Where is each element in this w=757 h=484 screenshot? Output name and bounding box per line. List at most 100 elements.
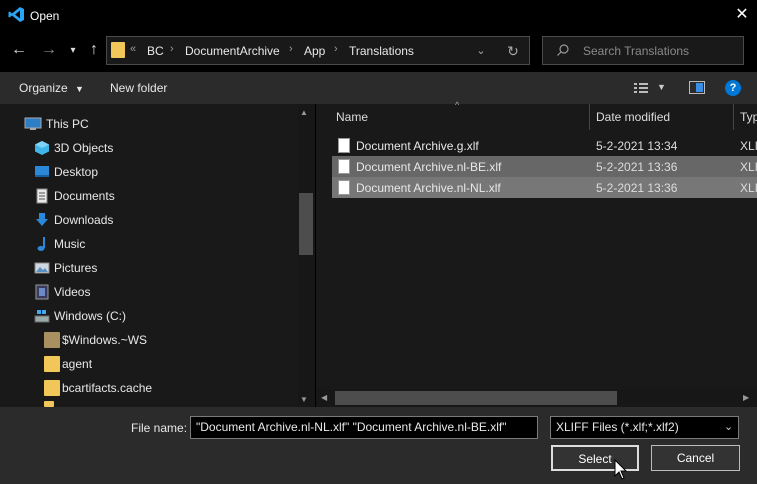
drive-icon <box>34 308 50 324</box>
cancel-button[interactable]: Cancel <box>651 445 740 471</box>
chevron-down-icon: ⌄ <box>724 421 734 433</box>
folder-icon <box>44 356 60 372</box>
address-dropdown-chevron-icon[interactable]: ⌄ <box>474 42 488 60</box>
file-type-filter-select[interactable]: XLIFF Files (*.xlf;*.xlf2) <box>550 416 739 439</box>
help-icon[interactable]: ? <box>725 80 741 96</box>
navigation-scrollbar[interactable] <box>298 104 315 407</box>
music-note-icon <box>34 236 50 252</box>
scrollbar-thumb[interactable] <box>335 391 617 405</box>
breadcrumb-separator-icon: › <box>170 43 174 55</box>
tree-item-label: This PC <box>46 117 89 131</box>
column-header-type[interactable]: Typ <box>740 110 757 124</box>
refresh-icon[interactable]: ↻ <box>505 42 521 60</box>
file-date: 5-2-2021 13:36 <box>596 181 678 195</box>
tree-item-label: Downloads <box>54 213 114 227</box>
desktop-icon <box>34 164 50 180</box>
folder-icon <box>111 42 125 58</box>
tree-item-downloads[interactable]: Downloads <box>22 208 292 232</box>
folder-icon <box>44 332 60 348</box>
computer-icon <box>24 116 42 132</box>
download-arrow-icon <box>34 212 50 228</box>
file-name-label: File name: <box>131 421 188 435</box>
breadcrumb-item[interactable]: App <box>304 44 325 58</box>
column-header-date[interactable]: Date modified <box>596 110 670 124</box>
tree-item-label: Documents <box>54 189 115 203</box>
tree-item-pictures[interactable]: Pictures <box>22 256 292 280</box>
tree-item-label: Desktop <box>54 165 99 179</box>
tree-item-3d-objects[interactable]: 3D Objects <box>22 136 292 160</box>
up-arrow-icon[interactable]: ↑ <box>85 41 103 59</box>
search-icon <box>556 43 570 57</box>
tree-item-label: Pictures <box>54 261 98 275</box>
forward-arrow-icon[interactable]: → <box>40 41 58 59</box>
tree-item-label: Music <box>54 237 86 251</box>
scroll-left-arrow-icon[interactable]: ◀ <box>321 393 327 402</box>
file-date: 5-2-2021 13:34 <box>596 139 678 153</box>
back-arrow-icon[interactable]: ← <box>10 41 28 59</box>
tree-item-windows-c[interactable]: Windows (C:) <box>22 304 292 328</box>
breadcrumb-separator-icon: › <box>334 43 338 55</box>
file-type: XLI <box>740 160 757 174</box>
tree-item-label: bcartifacts.cache <box>62 381 153 395</box>
file-row[interactable]: Document Archive.g.xlf 5-2-2021 13:34 XL… <box>332 135 757 156</box>
column-divider[interactable] <box>733 104 734 130</box>
tree-item-desktop[interactable]: Desktop <box>22 160 292 184</box>
mouse-pointer-icon <box>614 458 628 481</box>
tree-item-label: 3D Objects <box>54 141 114 155</box>
scroll-down-arrow-icon[interactable]: ▼ <box>300 395 308 404</box>
chevron-down-icon[interactable]: ▼ <box>657 82 666 92</box>
vscode-logo-icon <box>8 6 25 23</box>
pictures-icon <box>34 260 50 276</box>
cube-icon <box>34 140 50 156</box>
recent-locations-chevron-icon[interactable]: ▾ <box>66 42 80 60</box>
sort-ascending-icon: ^ <box>455 100 460 110</box>
preview-pane-icon[interactable] <box>689 81 705 94</box>
file-type-filter-value: XLIFF Files (*.xlf;*.xlf2) <box>556 420 679 434</box>
organize-label: Organize <box>19 81 68 95</box>
tree-item-label: $Windows.~WS <box>62 333 148 347</box>
tree-item-music[interactable]: Music <box>22 232 292 256</box>
tree-item-this-pc[interactable]: This PC <box>22 112 292 136</box>
breadcrumb-item[interactable]: DocumentArchive <box>185 44 280 58</box>
file-icon <box>338 180 350 195</box>
tree-item-bcartifacts-cache[interactable]: bcartifacts.cache <box>22 376 292 400</box>
tree-item-windows-ws[interactable]: $Windows.~WS <box>22 328 292 352</box>
file-name: Document Archive.nl-NL.xlf <box>356 181 501 195</box>
scroll-up-arrow-icon[interactable]: ▲ <box>300 108 308 117</box>
file-type: XLI <box>740 181 757 195</box>
file-row[interactable]: Document Archive.nl-BE.xlf 5-2-2021 13:3… <box>332 156 757 177</box>
file-icon <box>338 138 350 153</box>
file-name-input[interactable]: "Document Archive.nl-NL.xlf" "Document A… <box>190 416 538 439</box>
tree-item-documents[interactable]: Documents <box>22 184 292 208</box>
breadcrumb-separator-icon: › <box>289 43 293 55</box>
breadcrumb-item[interactable]: BC <box>147 44 164 58</box>
tree-item-videos[interactable]: Videos <box>22 280 292 304</box>
tree-item-agent[interactable]: agent <box>22 352 292 376</box>
column-header-name[interactable]: Name <box>336 110 368 124</box>
search-placeholder: Search Translations <box>583 44 690 58</box>
title-bar <box>0 0 757 32</box>
tree-item-label: agent <box>62 357 93 371</box>
file-date: 5-2-2021 13:36 <box>596 160 678 174</box>
file-name: Document Archive.nl-BE.xlf <box>356 160 502 174</box>
folder-icon <box>44 380 60 396</box>
breadcrumb-item[interactable]: Translations <box>349 44 414 58</box>
close-icon[interactable]: ✕ <box>734 6 750 24</box>
chevron-down-icon: ▼ <box>75 84 84 94</box>
film-icon <box>34 284 50 300</box>
scroll-right-arrow-icon[interactable]: ▶ <box>743 393 749 402</box>
file-icon <box>338 159 350 174</box>
view-options-icon[interactable] <box>634 82 652 94</box>
tree-item-label: Videos <box>54 285 91 299</box>
tree-item-label: Windows (C:) <box>54 309 127 323</box>
file-type: XLI <box>740 139 757 153</box>
breadcrumb-overflow[interactable]: « <box>130 43 136 55</box>
documents-icon <box>34 188 50 204</box>
column-divider[interactable] <box>589 104 590 130</box>
file-row[interactable]: Document Archive.nl-NL.xlf 5-2-2021 13:3… <box>332 177 757 198</box>
file-name: Document Archive.g.xlf <box>356 139 479 153</box>
window-title: Open <box>30 9 60 23</box>
organize-menu-button[interactable]: Organize ▼ <box>19 81 84 95</box>
scrollbar-thumb[interactable] <box>299 193 313 255</box>
new-folder-button[interactable]: New folder <box>110 81 167 95</box>
